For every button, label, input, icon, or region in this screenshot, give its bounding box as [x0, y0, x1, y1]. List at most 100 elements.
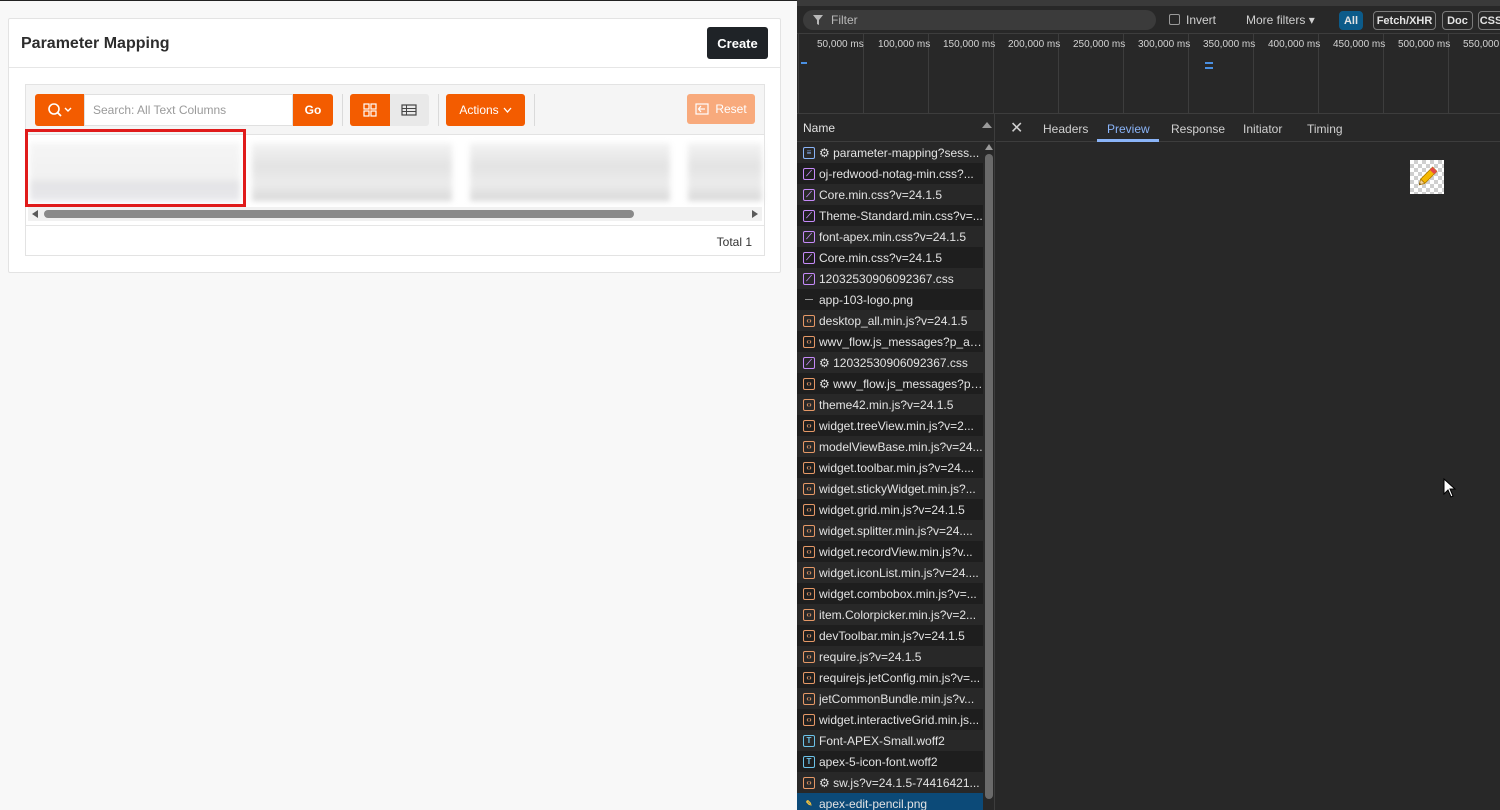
js-file-icon: ‹›: [803, 482, 815, 495]
request-row[interactable]: ‹› devToolbar.min.js?v=24.1.5: [797, 625, 983, 646]
request-row[interactable]: ‹› requirejs.jetConfig.min.js?v=...: [797, 667, 983, 688]
request-row[interactable]: — app-103-logo.png: [797, 289, 983, 310]
timeline-tick-label: 500,000 ms: [1398, 39, 1451, 50]
font-file-icon: T: [803, 755, 815, 768]
request-row[interactable]: ‹› widget.grid.min.js?v=24.1.5: [797, 499, 983, 520]
doc-file-icon: ≡: [803, 146, 815, 159]
request-row[interactable]: ‹› modelViewBase.min.js?v=24...: [797, 436, 983, 457]
tab-headers[interactable]: Headers: [1043, 122, 1088, 136]
icon-view-button[interactable]: [350, 94, 390, 126]
request-row[interactable]: ‹› theme42.min.js?v=24.1.5: [797, 394, 983, 415]
request-list-scrollbar[interactable]: [984, 144, 994, 810]
grid-view-icon: [363, 103, 377, 117]
search-column-menu[interactable]: [35, 94, 84, 126]
css-file-icon: ⟋: [803, 272, 815, 285]
scroll-up-icon[interactable]: [985, 144, 993, 150]
grid-footer: Total 1: [26, 225, 764, 255]
request-name: modelViewBase.min.js?v=24...: [819, 439, 983, 454]
reset-button[interactable]: Reset: [687, 94, 755, 124]
timeline-request-bar: [801, 62, 807, 64]
chip-fetch-xhr[interactable]: Fetch/XHR: [1373, 11, 1436, 30]
request-row[interactable]: ‹› widget.combobox.min.js?v=...: [797, 583, 983, 604]
request-row[interactable]: ‹› widget.treeView.min.js?v=2...: [797, 415, 983, 436]
horizontal-scrollbar[interactable]: [28, 207, 762, 221]
request-row[interactable]: ‹› desktop_all.min.js?v=24.1.5: [797, 310, 983, 331]
timeline-tick-label: 250,000 ms: [1073, 39, 1126, 50]
network-timeline[interactable]: 50,000 ms 100,000 ms 150,000 ms 200,000 …: [797, 34, 1500, 114]
request-name: widget.interactiveGrid.min.js...: [819, 712, 980, 727]
request-name: ⚙ parameter-mapping?sess...: [819, 145, 980, 160]
scrollbar-thumb[interactable]: [985, 154, 993, 799]
request-name: widget.stickyWidget.min.js?...: [819, 481, 976, 496]
request-row[interactable]: ‹› widget.interactiveGrid.min.js...: [797, 709, 983, 730]
request-name: apex-edit-pencil.png: [819, 796, 928, 810]
request-row[interactable]: ⟋ oj-redwood-notag-min.css?...: [797, 163, 983, 184]
request-row[interactable]: ≡ ⚙ parameter-mapping?sess...: [797, 142, 983, 163]
name-column-header[interactable]: Name: [797, 114, 994, 142]
scroll-right-icon[interactable]: [752, 210, 758, 218]
js-file-icon: ‹›: [803, 314, 815, 327]
close-icon[interactable]: ✕: [1010, 118, 1023, 138]
request-row[interactable]: ‹› ⚙ wwv_flow.js_messages?p_...: [797, 373, 983, 394]
apex-page: Parameter Mapping Create Search: All Tex…: [0, 0, 797, 810]
request-row[interactable]: ‹› item.Colorpicker.min.js?v=2...: [797, 604, 983, 625]
request-row[interactable]: ⟋ ⚙ 12032530906092367.css: [797, 352, 983, 373]
tab-preview[interactable]: Preview: [1107, 122, 1150, 136]
request-row[interactable]: ‹› widget.toolbar.min.js?v=24....: [797, 457, 983, 478]
filter-input[interactable]: Filter: [803, 10, 1156, 30]
request-row[interactable]: ‹› widget.recordView.min.js?v...: [797, 541, 983, 562]
actions-menu-button[interactable]: Actions: [446, 94, 525, 126]
invert-checkbox[interactable]: [1169, 14, 1180, 25]
request-row[interactable]: ‹› widget.splitter.min.js?v=24....: [797, 520, 983, 541]
highlight-annotation: [25, 129, 246, 207]
create-button[interactable]: Create: [707, 27, 768, 59]
request-row[interactable]: T Font-APEX-Small.woff2: [797, 730, 983, 751]
js-file-icon: ‹›: [803, 419, 815, 432]
js-file-icon: ‹›: [803, 692, 815, 705]
pencil-icon: [1418, 166, 1438, 186]
request-row[interactable]: ‹› widget.stickyWidget.min.js?...: [797, 478, 983, 499]
scrollbar-thumb[interactable]: [44, 210, 634, 218]
request-row[interactable]: ⟋ 12032530906092367.css: [797, 268, 983, 289]
request-row[interactable]: ‹› jetCommonBundle.min.js?v...: [797, 688, 983, 709]
request-name: widget.grid.min.js?v=24.1.5: [819, 502, 965, 517]
js-file-icon: ‹›: [803, 608, 815, 621]
request-row[interactable]: ‹› require.js?v=24.1.5: [797, 646, 983, 667]
chip-css[interactable]: CSS: [1478, 11, 1500, 30]
chip-all[interactable]: All: [1339, 11, 1363, 30]
request-row[interactable]: ✎ apex-edit-pencil.png: [797, 793, 983, 810]
request-name: ⚙ wwv_flow.js_messages?p_...: [819, 376, 983, 391]
reset-label: Reset: [715, 102, 747, 116]
more-filters-dropdown[interactable]: More filters ▾: [1246, 13, 1315, 27]
js-file-icon: ‹›: [803, 650, 815, 663]
tab-response[interactable]: Response: [1171, 122, 1225, 136]
chevron-down-icon: [503, 107, 512, 113]
name-header-label: Name: [803, 121, 836, 135]
detail-tabs: ✕ Headers Preview Response Initiator Tim…: [996, 114, 1500, 142]
report-view-button[interactable]: [389, 94, 429, 126]
request-row[interactable]: ⟋ font-apex.min.css?v=24.1.5: [797, 226, 983, 247]
request-row[interactable]: ⟋ Core.min.css?v=24.1.5: [797, 247, 983, 268]
tab-initiator[interactable]: Initiator: [1243, 122, 1282, 136]
request-row[interactable]: ‹› widget.iconList.min.js?v=24....: [797, 562, 983, 583]
request-name: desktop_all.min.js?v=24.1.5: [819, 313, 968, 328]
chip-doc[interactable]: Doc: [1442, 11, 1473, 30]
tab-timing[interactable]: Timing: [1307, 122, 1343, 136]
request-row[interactable]: ‹› ⚙ sw.js?v=24.1.5-74416421...: [797, 772, 983, 793]
request-row[interactable]: ‹› wwv_flow.js_messages?p_ap...: [797, 331, 983, 352]
timeline-tick-label: 200,000 ms: [1008, 39, 1061, 50]
request-name: ⚙ 12032530906092367.css: [819, 355, 968, 370]
request-name: theme42.min.js?v=24.1.5: [819, 397, 954, 412]
scroll-left-icon[interactable]: [32, 210, 38, 218]
request-row[interactable]: ⟋ Theme-Standard.min.css?v=...: [797, 205, 983, 226]
invert-label: Invert: [1186, 13, 1217, 27]
js-file-icon: ‹›: [803, 524, 815, 537]
request-name: app-103-logo.png: [819, 292, 914, 307]
request-row[interactable]: ⟋ Core.min.css?v=24.1.5: [797, 184, 983, 205]
search-input[interactable]: Search: All Text Columns: [84, 94, 293, 126]
grid-cell-blurred: [470, 143, 670, 201]
request-row[interactable]: Tapex-5-icon-font.woff2: [797, 751, 983, 772]
timeline-tick-label: 300,000 ms: [1138, 39, 1191, 50]
go-button[interactable]: Go: [293, 94, 333, 126]
devtools-panel: Filter Invert More filters ▾ All Fetch/X…: [797, 0, 1500, 810]
